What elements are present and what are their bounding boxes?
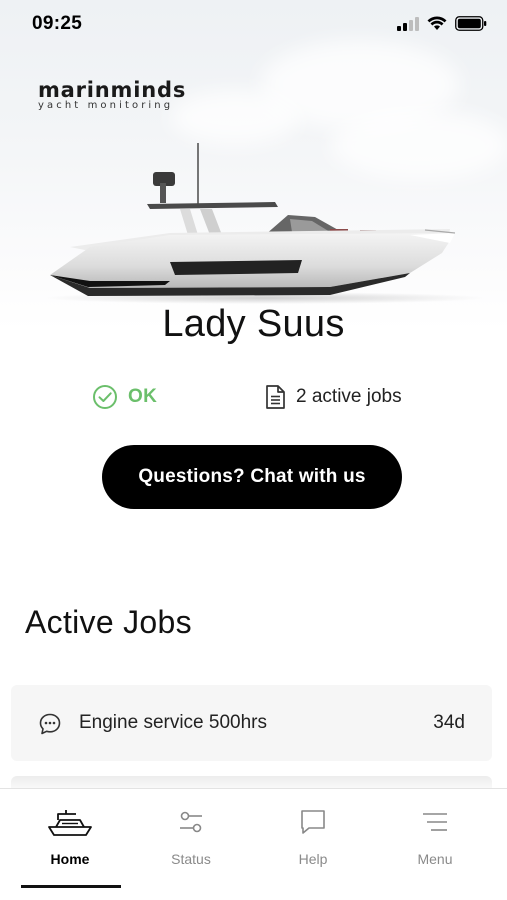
tab-help[interactable]: Help [250, 789, 376, 900]
speech-bubble-icon [301, 810, 325, 834]
job-days-remaining: 34d [433, 712, 465, 733]
battery-icon [455, 16, 487, 31]
wifi-icon [427, 16, 447, 30]
job-card-partial [11, 776, 492, 788]
status-text: OK [128, 386, 158, 407]
status-time: 09:25 [32, 13, 83, 34]
yacht-icon [48, 810, 92, 836]
status-bar: 09:25 [0, 0, 507, 50]
tab-bar: Home Status Help Menu [0, 788, 507, 900]
status-indicator[interactable]: OK [92, 384, 157, 410]
document-icon [266, 385, 285, 409]
brand-wordmark: marinminds [38, 78, 187, 102]
tab-status[interactable]: Status [128, 789, 254, 900]
active-jobs-indicator[interactable]: 2 active jobs [264, 384, 402, 410]
tab-home[interactable]: Home [7, 789, 133, 900]
brand-logo: marinminds yacht monitoring [38, 80, 198, 116]
tab-help-label: Help [298, 851, 328, 867]
vessel-summary: OK 2 active jobs [0, 380, 507, 414]
cellular-signal-icon [397, 16, 419, 31]
tab-home-label: Home [50, 851, 90, 867]
chat-with-us-button[interactable]: Questions? Chat with us [102, 445, 402, 509]
hamburger-icon [423, 813, 447, 831]
tab-menu-label: Menu [417, 851, 453, 867]
chat-bubble-icon [39, 713, 61, 735]
active-jobs-count: 2 active jobs [296, 386, 402, 407]
sliders-icon [180, 811, 202, 833]
vessel-name: Lady Suus [162, 303, 345, 345]
tab-status-label: Status [171, 851, 211, 867]
job-card[interactable]: Engine service 500hrs 34d [11, 685, 492, 761]
check-circle-icon [93, 385, 117, 409]
active-tab-indicator [21, 885, 121, 888]
active-jobs-heading: Active Jobs [25, 604, 192, 640]
tab-menu[interactable]: Menu [372, 789, 498, 900]
yacht-image [45, 143, 485, 304]
job-title: Engine service 500hrs [79, 712, 267, 733]
